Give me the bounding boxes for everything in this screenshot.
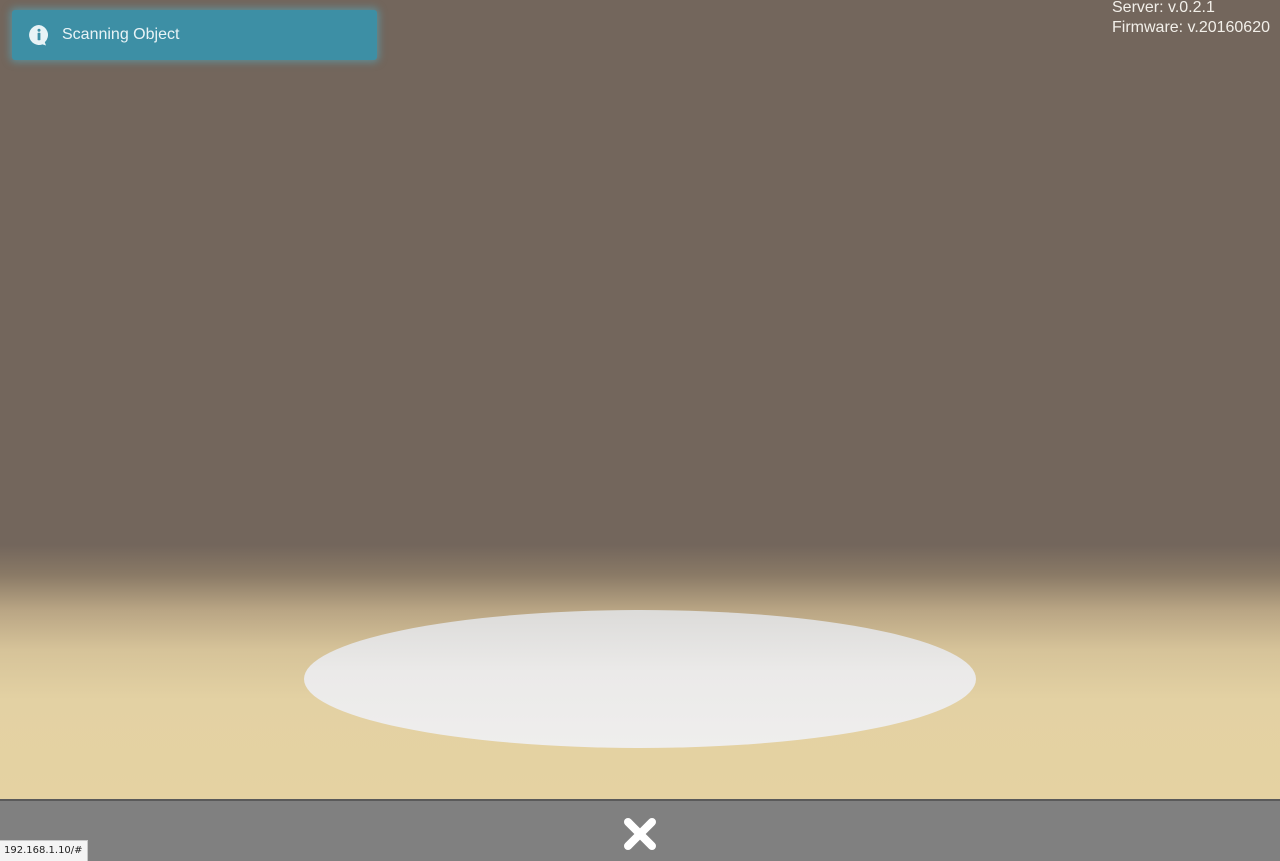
close-icon [624, 818, 656, 850]
turntable-platform [304, 610, 976, 748]
url-status-bar: 192.168.1.10/# [0, 840, 88, 861]
version-info: Server: v.0.2.1 Firmware: v.20160620 [1112, 0, 1270, 38]
scanning-notification: Scanning Object [12, 10, 377, 60]
bottom-toolbar [0, 799, 1280, 861]
close-button[interactable] [621, 815, 659, 853]
scan-viewport[interactable]: Scanning Object Server: v.0.2.1 Firmware… [0, 0, 1280, 799]
notification-message: Scanning Object [62, 26, 180, 43]
firmware-version: Firmware: v.20160620 [1112, 19, 1270, 36]
info-icon [28, 24, 50, 46]
server-version: Server: v.0.2.1 [1112, 0, 1215, 16]
